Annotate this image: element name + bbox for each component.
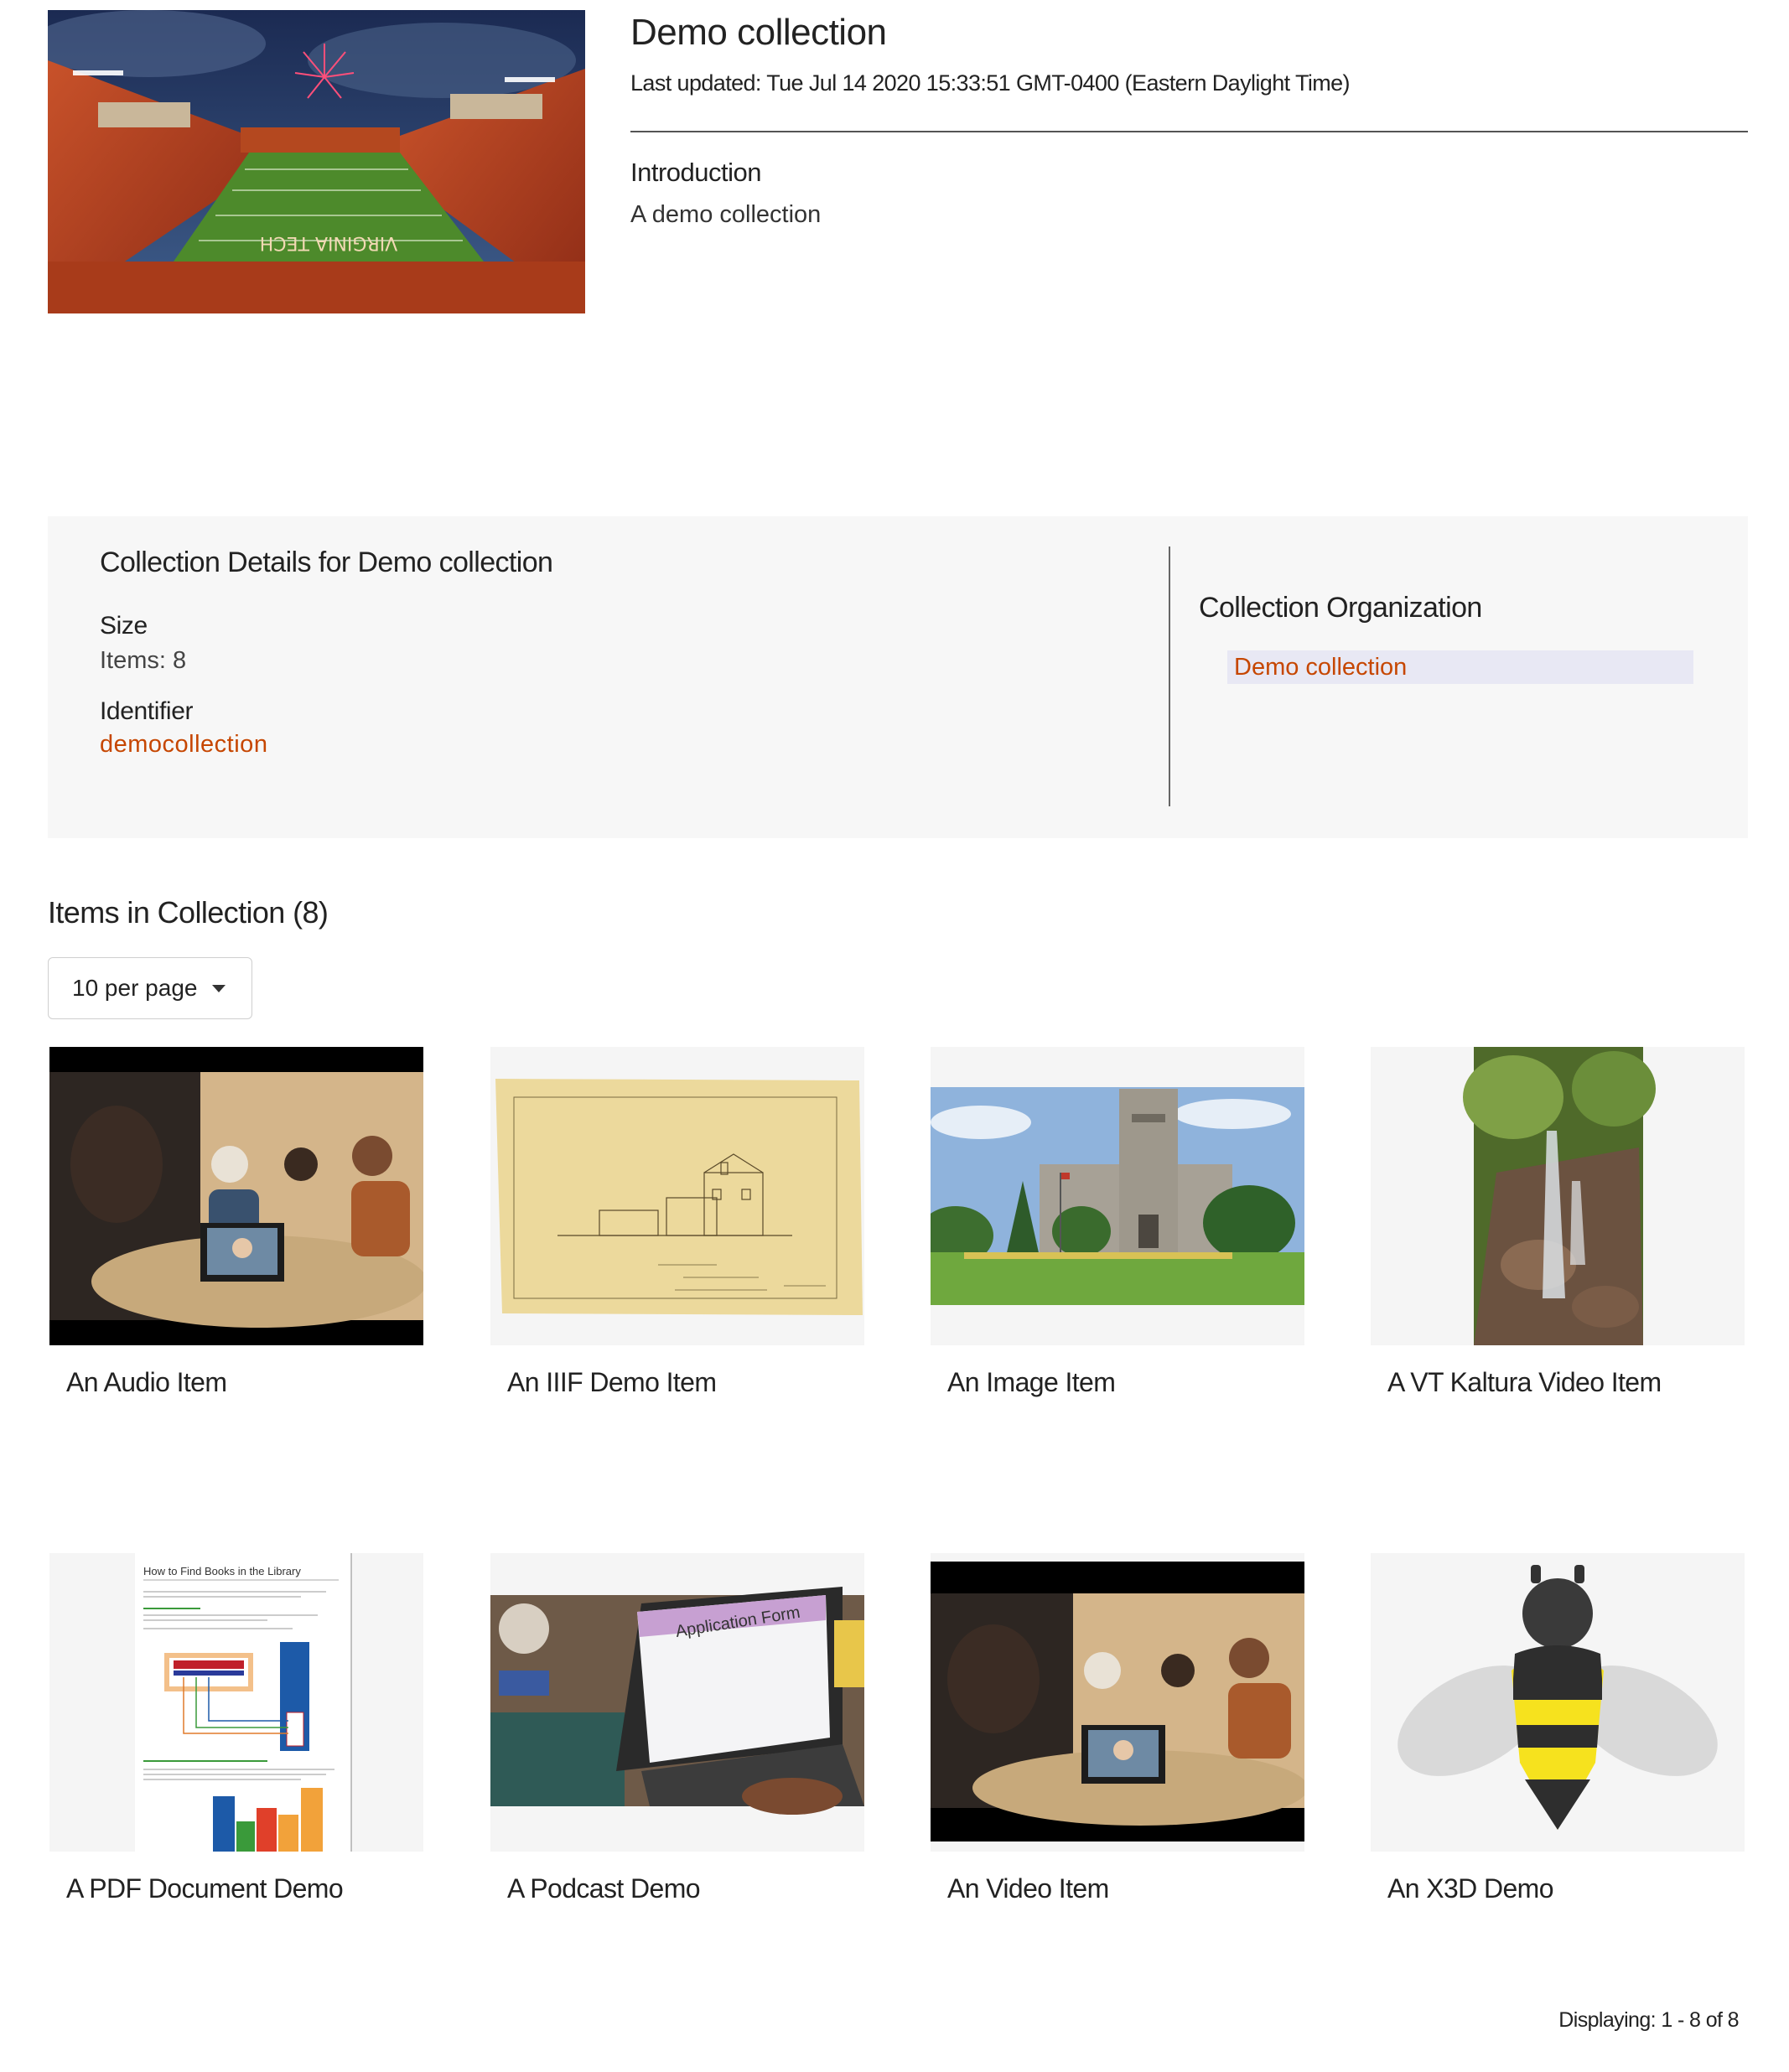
organization-item-demo-collection[interactable]: Demo collection [1227, 650, 1693, 684]
identifier-label: Identifier [100, 697, 194, 725]
pdf-thumb-title: How to Find Books in the Library [143, 1565, 301, 1577]
stadium-lettering: VIRGINIA TECH [260, 232, 398, 253]
item-card-kaltura[interactable]: A VT Kaltura Video Item [1371, 1047, 1745, 1397]
item-title[interactable]: An Audio Item [66, 1367, 227, 1398]
laptop-form-thumbnail[interactable]: Application Form [490, 1553, 864, 1852]
caret-down-icon [212, 984, 226, 992]
collection-title: Demo collection [630, 12, 887, 53]
item-title[interactable]: A PDF Document Demo [66, 1873, 344, 1904]
header-divider [630, 131, 1748, 132]
introduction-text: A demo collection [630, 201, 822, 228]
item-title[interactable]: An IIIF Demo Item [507, 1367, 717, 1398]
collection-hero-image: VIRGINIA TECH [48, 10, 585, 313]
architectural-drawing-thumbnail[interactable] [490, 1047, 864, 1345]
item-title[interactable]: A VT Kaltura Video Item [1387, 1367, 1662, 1398]
size-label: Size [100, 612, 148, 640]
identifier-link[interactable]: democollection [100, 731, 267, 759]
items-heading: Items in Collection (8) [48, 895, 329, 930]
item-card-image[interactable]: An Image Item [931, 1047, 1304, 1397]
introduction-heading: Introduction [630, 158, 762, 187]
meeting-video-thumbnail[interactable] [931, 1553, 1304, 1852]
waterfall-thumbnail[interactable] [1371, 1047, 1745, 1345]
meeting-video-thumbnail[interactable] [49, 1047, 423, 1345]
per-page-dropdown[interactable]: 10 per page [48, 957, 252, 1019]
collection-organization-title: Collection Organization [1199, 592, 1482, 624]
bee-model-thumbnail[interactable] [1371, 1553, 1745, 1852]
per-page-value: 10 per page [72, 975, 198, 1001]
collection-details-panel: Collection Details for Demo collection S… [48, 516, 1748, 838]
item-card-iiif[interactable]: An IIIF Demo Item [490, 1047, 864, 1397]
collection-details-title: Collection Details for Demo collection [100, 546, 553, 578]
item-title[interactable]: A Podcast Demo [507, 1873, 701, 1904]
size-value: Items: 8 [100, 647, 187, 674]
item-title[interactable]: An Video Item [947, 1873, 1109, 1904]
item-card-x3d[interactable]: An X3D Demo [1371, 1553, 1745, 1904]
item-title[interactable]: An X3D Demo [1387, 1873, 1554, 1904]
pagination-status: Displaying: 1 - 8 of 8 [1558, 2008, 1739, 2032]
item-card-pdf[interactable]: How to Find Books in the Library A PDF D… [49, 1553, 423, 1904]
item-card-podcast[interactable]: Application Form A Podcast Demo [490, 1553, 864, 1904]
item-card-audio[interactable]: An Audio Item [49, 1047, 423, 1397]
last-updated-text: Last updated: Tue Jul 14 2020 15:33:51 G… [630, 70, 1351, 96]
building-photo-thumbnail[interactable] [931, 1047, 1304, 1345]
item-card-video[interactable]: An Video Item [931, 1553, 1304, 1904]
pdf-page-thumbnail[interactable]: How to Find Books in the Library [49, 1553, 423, 1852]
item-title[interactable]: An Image Item [947, 1367, 1116, 1398]
details-divider [1169, 546, 1170, 806]
